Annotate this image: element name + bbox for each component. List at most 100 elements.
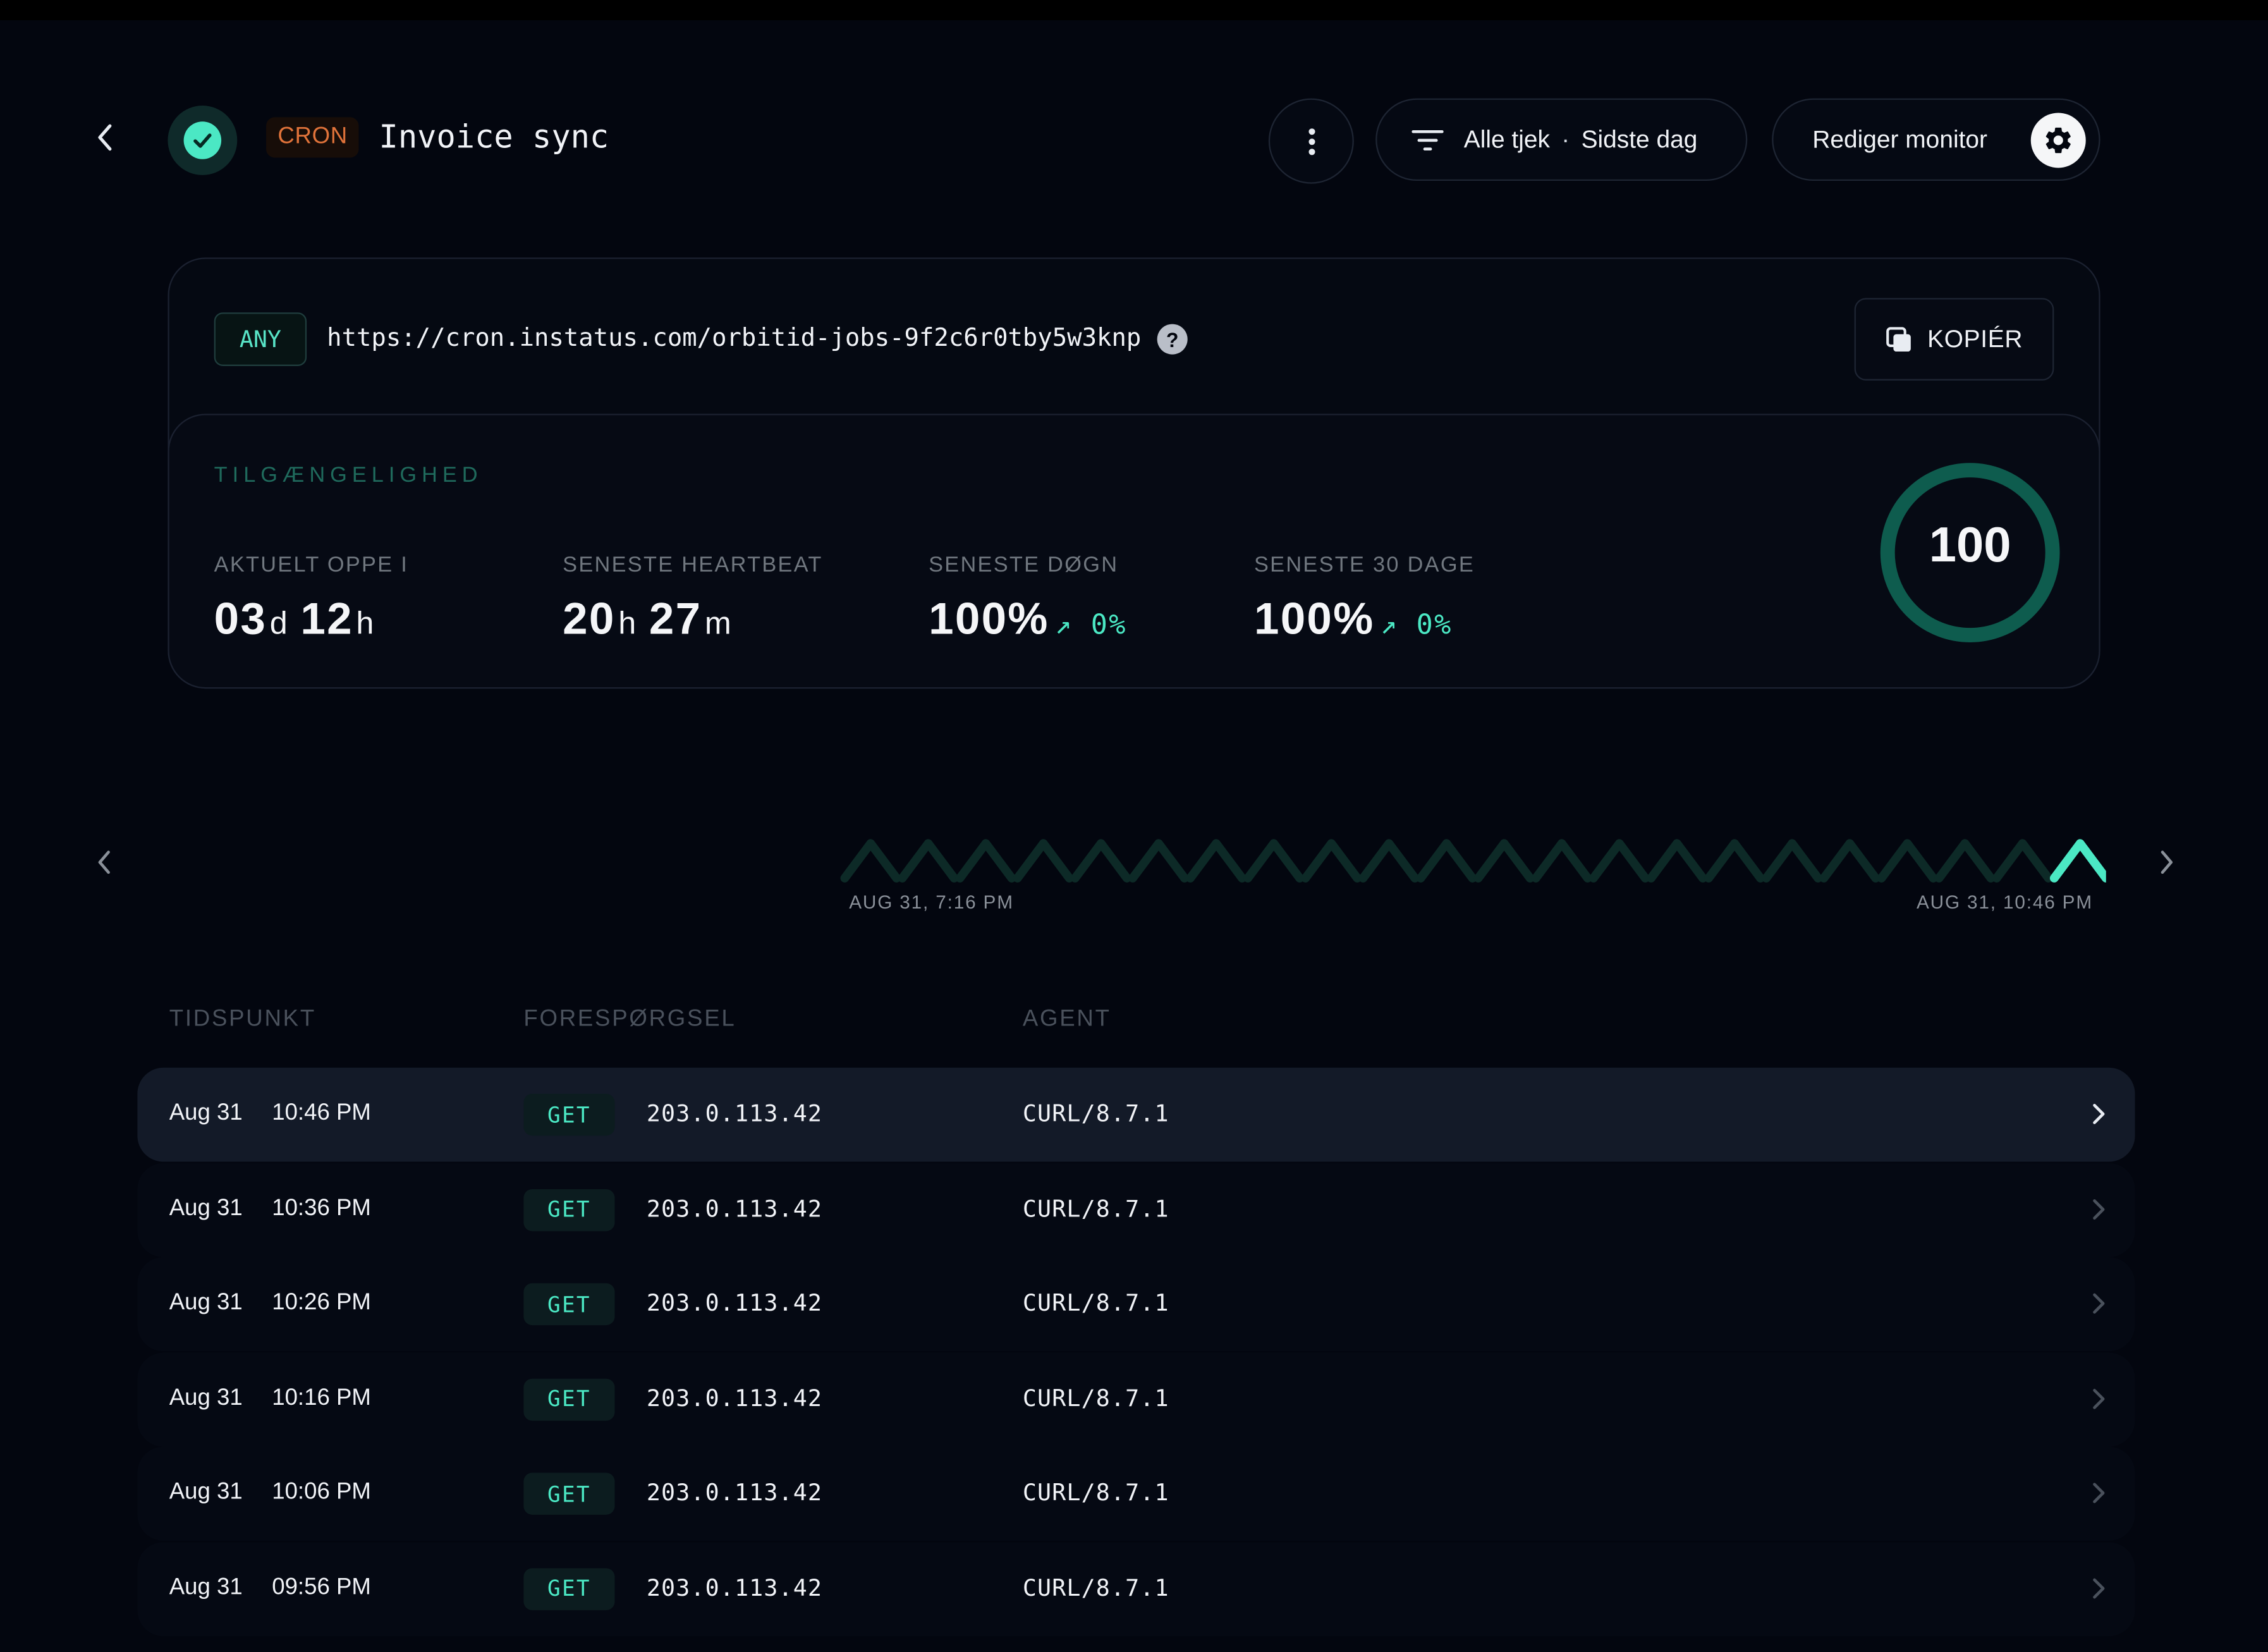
table-row[interactable]: Aug 31 10:36 PM GET 203.0.113.42 CURL/8.7.1 [137, 1162, 2135, 1257]
more-options-button[interactable] [1268, 98, 1354, 184]
chevron-right-icon [2093, 1483, 2105, 1503]
stat-heartbeat-hours: 20 [563, 593, 616, 644]
row-time: 09:56 PM [272, 1574, 371, 1600]
table-row[interactable]: Aug 31 10:26 PM GET 203.0.113.42 CURL/8.7.1 [137, 1257, 2135, 1352]
heartbeat-beat [955, 839, 1016, 883]
table-row[interactable]: Aug 31 10:06 PM GET 203.0.113.42 CURL/8.7.1 [137, 1447, 2135, 1541]
stat-heartbeat-minutes: 27 [649, 593, 702, 644]
row-time: 10:36 PM [272, 1196, 371, 1221]
heartbeat-beat [840, 839, 901, 883]
timeline-start-label: AUG 31, 7:16 PM [849, 891, 1014, 913]
chevron-left-icon [98, 850, 110, 874]
availability-heading: TILGÆNGELIGHED [214, 463, 483, 488]
stat-heartbeat-value: 20 h 27 m [563, 593, 744, 645]
endpoint-url: https://cron.instatus.com/orbitid-jobs-9… [327, 324, 1142, 353]
top-bar [0, 0, 2268, 21]
heartbeat-beat [1647, 839, 1707, 883]
heartbeat-beat [1070, 839, 1131, 883]
request-method-badge: ANY [214, 312, 307, 366]
more-vertical-icon [1308, 128, 1315, 155]
filter-button[interactable]: Alle tjek · Sidste dag [1375, 98, 1748, 181]
row-method-badge: GET [523, 1093, 615, 1136]
heartbeat-beat [1704, 839, 1765, 883]
row-date: Aug 31 [169, 1385, 243, 1410]
row-agent: CURL/8.7.1 [1022, 1478, 1169, 1507]
stat-uptime-hours: 12 [300, 593, 353, 644]
row-date: Aug 31 [169, 1101, 243, 1126]
table-row[interactable]: Aug 31 09:56 PM GET 203.0.113.42 CURL/8.7.1 [137, 1541, 2135, 1636]
heartbeat-beat [1473, 839, 1535, 883]
row-ip: 203.0.113.42 [646, 1573, 823, 1601]
check-icon [193, 133, 212, 148]
heartbeat-beat [1992, 839, 2053, 883]
back-button[interactable] [84, 116, 125, 159]
row-method-badge: GET [523, 1378, 615, 1420]
monitor-type-badge: CRON [266, 117, 360, 158]
heartbeat-beat [1301, 839, 1362, 883]
timeline-end-label: AUG 31, 10:46 PM [1916, 891, 2093, 913]
chevron-right-icon [2093, 1293, 2105, 1314]
heartbeat-beat [1531, 839, 1592, 883]
row-ip: 203.0.113.42 [646, 1194, 823, 1222]
row-ip: 203.0.113.42 [646, 1099, 823, 1127]
row-agent: CURL/8.7.1 [1022, 1194, 1169, 1222]
heartbeat-beat [1128, 839, 1189, 883]
filter-period-label: Sidste dag [1581, 125, 1698, 153]
page-title: Invoice sync [379, 119, 609, 157]
stat-heartbeat-hours-unit: h [618, 604, 638, 641]
row-agent: CURL/8.7.1 [1022, 1573, 1169, 1601]
row-agent: CURL/8.7.1 [1022, 1099, 1169, 1127]
copy-url-button[interactable]: KOPIÉR [1854, 298, 2054, 381]
heartbeat-beat [1819, 839, 1881, 883]
heartbeat-active [2049, 839, 2106, 883]
stat-day-trend: ↗ 0% [1054, 609, 1127, 641]
chevron-right-icon [2093, 1103, 2105, 1125]
row-ip: 203.0.113.42 [646, 1288, 823, 1317]
row-time: 10:46 PM [272, 1101, 371, 1126]
uptime-score: 100 [1929, 518, 2011, 573]
heartbeat-beat [1013, 839, 1074, 883]
row-ip: 203.0.113.42 [646, 1478, 823, 1507]
row-method-badge: GET [523, 1188, 615, 1231]
row-agent: CURL/8.7.1 [1022, 1288, 1169, 1317]
settings-button[interactable] [2030, 113, 2086, 168]
heartbeat-beat [1243, 839, 1305, 883]
heartbeat-beat [1589, 839, 1650, 883]
row-agent: CURL/8.7.1 [1022, 1383, 1169, 1412]
stat-uptime-label: AKTUELT OPPE I [214, 553, 409, 578]
row-method-badge: GET [523, 1567, 615, 1610]
heartbeat-beat [1358, 839, 1420, 883]
copy-icon [1887, 326, 1911, 351]
copy-label: KOPIÉR [1927, 324, 2023, 353]
timeline-next-button[interactable] [2147, 842, 2187, 883]
row-time: 10:06 PM [272, 1479, 371, 1505]
row-method-badge: GET [523, 1283, 615, 1326]
stat-uptime-days-unit: d [269, 604, 290, 641]
row-time: 10:16 PM [272, 1385, 371, 1410]
row-date: Aug 31 [169, 1196, 243, 1221]
row-time: 10:26 PM [272, 1290, 371, 1316]
row-date: Aug 31 [169, 1479, 243, 1505]
stat-heartbeat-label: SENESTE HEARTBEAT [563, 553, 823, 578]
heartbeat-beat [1186, 839, 1247, 883]
table-row[interactable]: Aug 31 10:16 PM GET 203.0.113.42 CURL/8.7.1 [137, 1352, 2135, 1447]
stat-30days-value: 100% ↗ 0% [1254, 593, 1453, 645]
stat-uptime-value: 03 d 12 h [214, 593, 387, 645]
column-header-request: FORESPØRGSEL [523, 1006, 736, 1032]
status-indicator [168, 106, 238, 175]
filter-checks-label: Alle tjek [1463, 125, 1550, 153]
help-icon[interactable]: ? [1157, 324, 1188, 355]
table-row[interactable]: Aug 31 10:46 PM GET 203.0.113.42 CURL/8.7.1 [137, 1067, 2135, 1162]
chevron-left-icon [98, 124, 112, 151]
row-date: Aug 31 [169, 1290, 243, 1316]
heartbeat-beat [1877, 839, 1938, 883]
edit-monitor-button[interactable]: Rediger monitor [1772, 98, 2100, 181]
filter-separator: · [1561, 125, 1570, 153]
timeline-prev-button[interactable] [84, 842, 125, 883]
stat-30days-trend: ↗ 0% [1380, 609, 1453, 641]
heartbeat-timeline [840, 839, 2106, 883]
column-header-time: TIDSPUNKT [169, 1006, 316, 1032]
chevron-right-icon [2093, 1577, 2105, 1598]
row-method-badge: GET [523, 1472, 615, 1515]
stat-day-percent: 100% [929, 593, 1049, 644]
